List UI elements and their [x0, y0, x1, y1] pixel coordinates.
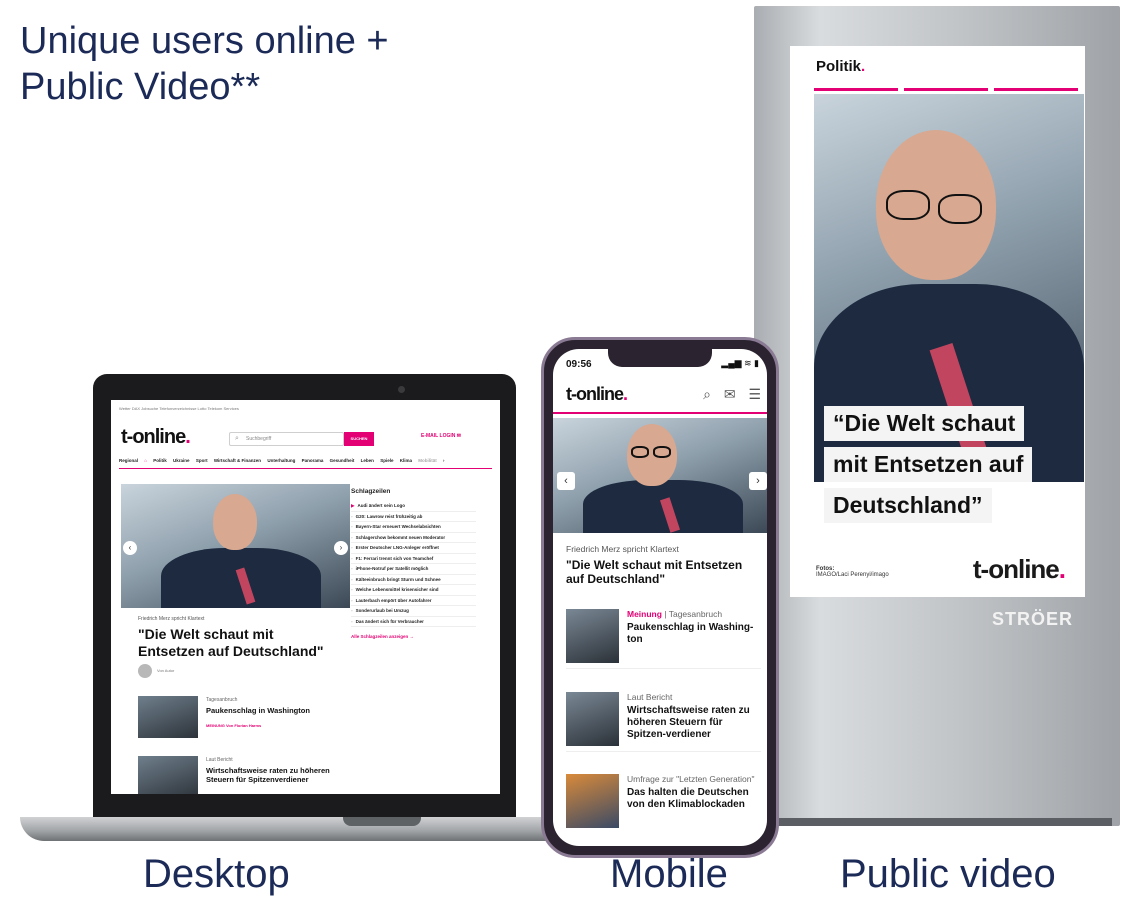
laptop-notch [343, 817, 421, 826]
headline-item[interactable]: ▫ G20: Lawrow reist frühzeitig ab [351, 512, 476, 522]
avatar [138, 664, 152, 678]
mobile-hero-prev-button[interactable]: ‹ [557, 472, 575, 490]
nav-item[interactable]: Klima [400, 458, 412, 463]
all-headlines-link[interactable]: Alle Schlagzeilen anzeigen → [351, 634, 476, 639]
teaser-image [566, 774, 619, 828]
stele-base [762, 818, 1112, 826]
nav-item[interactable]: Leben [361, 458, 374, 463]
stele-quote-line: Deutschland” [824, 488, 992, 523]
headline-item[interactable]: ▫ Welche Lebensmittel krisensicher sind [351, 585, 476, 596]
desktop-hero-prev-button[interactable]: ‹ [123, 541, 137, 555]
caption-public-video: Public video [840, 852, 1056, 896]
nav-item[interactable]: Gesundheit [330, 458, 355, 463]
mobile-header-icons: ⌕ ✉ ☰ [694, 386, 761, 403]
desktop-hero-kicker: Friedrich Merz spricht Klartext [138, 616, 205, 622]
mobile-teaser[interactable]: Laut Bericht Wirtschaftsweise raten zu h… [566, 692, 761, 752]
desktop-teaser[interactable]: Laut Bericht Wirtschaftsweise raten zu h… [138, 756, 338, 794]
headline-item[interactable]: ▫ Lauterbach empört über Autofahrer [351, 596, 476, 606]
nav-item[interactable]: Wirtschaft & Finanzen [214, 458, 261, 463]
sidebar-heading: Schlagzeilen [351, 488, 391, 495]
header-divider [553, 412, 767, 414]
stele-photo-credit: Fotos: IMAGO/Laci Perenyi/imago [816, 566, 889, 578]
laptop-camera [398, 386, 405, 393]
desktop-hero-image[interactable] [121, 484, 350, 608]
mobile-hero-next-button[interactable]: › [749, 472, 767, 490]
headline: Unique users online + Public Video** [20, 18, 389, 110]
stele-screen: Politik. “Die Welt schaut mit Entsetzen … [790, 46, 1085, 597]
desktop-hero-next-button[interactable]: › [334, 541, 348, 555]
nav-item[interactable]: Panorama [302, 458, 324, 463]
desktop-hero-author: Von Autor [138, 664, 174, 678]
search-icon: ⌕ [235, 435, 239, 442]
teaser-image [566, 692, 619, 746]
headline-item[interactable]: ▫ Erster Deutscher LNG-Anleger eröffnet [351, 543, 476, 554]
headline-line-2: Public Video** [20, 66, 261, 108]
menu-icon[interactable]: ☰ [748, 386, 761, 402]
stroer-brand: STRÖER [992, 609, 1074, 629]
teaser-image [566, 609, 619, 663]
nav-item[interactable]: Unterhaltung [267, 458, 295, 463]
phone-notch [608, 347, 712, 367]
stele-kicker: Politik. [816, 58, 866, 75]
home-icon[interactable]: ⌂ [144, 458, 147, 463]
stele-quote-line: “Die Welt schaut [824, 406, 1025, 441]
desktop-search-button[interactable]: SUCHEN [344, 432, 374, 446]
desktop-topbar: Wetter DAX Jobsuche Telefonverzeichnisse… [119, 406, 239, 411]
desktop-logo[interactable]: t-online. [121, 426, 191, 449]
nav-item[interactable]: Mobilität [418, 458, 437, 463]
nav-item[interactable]: Regional [119, 458, 138, 463]
teaser-image [138, 756, 198, 794]
mobile-hero-kicker: Friedrich Merz spricht Klartext [566, 544, 679, 554]
nav-next-icon[interactable]: › [443, 458, 445, 463]
mobile-screen: 09:56 ▂▄▆ ≋ ▮ t-online. ⌕ ✉ ☰ ‹ › Friedr… [553, 349, 767, 846]
laptop-base [20, 817, 597, 841]
nav-item[interactable]: Ukraine [173, 458, 190, 463]
mobile-teaser[interactable]: Umfrage zur "Letzten Generation" Das hal… [566, 774, 761, 834]
search-icon[interactable]: ⌕ [703, 386, 711, 402]
desktop-hero-title[interactable]: "Die Welt schaut mit Entsetzen auf Deuts… [138, 626, 338, 660]
mail-icon[interactable]: ✉ [724, 386, 736, 402]
desktop-headlines-sidebar: Schlagzeilen ▶ Audi ändert sein Logo ▫ G20… [351, 488, 476, 639]
mobile-logo[interactable]: t-online. [566, 384, 628, 405]
headline-item[interactable]: ▫ Bayern-Star erneuert Wechselabsichten [351, 522, 476, 533]
headline-item[interactable]: ▫ F1: Ferrari trennt sich von Teamchef [351, 554, 476, 564]
headline-item[interactable]: ▫ Sonderurlaub bei Umzug [351, 606, 476, 617]
headline-item[interactable]: ▫ Schlagerchow bekommt neuen Moderator [351, 533, 476, 543]
nav-item[interactable]: Sport [196, 458, 208, 463]
teaser-image [138, 696, 198, 738]
stele-quote-line: mit Entsetzen auf [824, 447, 1033, 482]
headline-item[interactable]: ▶ Audi ändert sein Logo [351, 501, 476, 512]
mobile-hero-title[interactable]: "Die Welt schaut mit Entsetzen auf Deuts… [566, 558, 756, 586]
status-icons: ▂▄▆ ≋ ▮ [721, 358, 759, 368]
stele-quote: “Die Welt schaut mit Entsetzen auf Deuts… [824, 406, 1054, 529]
stele-logo: t-online. [972, 554, 1066, 584]
desktop-email-login[interactable]: E-MAIL LOGIN ✉ [421, 433, 461, 439]
headline-line-1: Unique users online + [20, 20, 389, 62]
headline-item[interactable]: ▫ Kälteeinbruch bringt Sturm und Schnee [351, 575, 476, 585]
headline-item[interactable]: ▫ iPhone-Notruf per Satellit möglich [351, 564, 476, 575]
caption-desktop: Desktop [143, 852, 290, 896]
desktop-nav: Regional ⌂ Politik Ukraine Sport Wirtsch… [119, 458, 492, 469]
nav-item[interactable]: Spiele [380, 458, 393, 463]
headline-item[interactable]: ▫ Das ändert sich für Verbraucher [351, 617, 476, 627]
desktop-teaser[interactable]: Tagesanbruch Paukenschlag in Washington … [138, 696, 338, 742]
desktop-search-input[interactable]: ⌕ Suchbegriff [229, 432, 344, 446]
status-time: 09:56 [566, 359, 592, 370]
desktop-screen: Wetter DAX Jobsuche Telefonverzeichnisse… [111, 400, 500, 794]
mobile-teaser[interactable]: Meinung | Tagesanbruch Paukenschlag in W… [566, 609, 761, 669]
caption-mobile: Mobile [610, 852, 728, 896]
mobile-hero-image[interactable] [553, 418, 767, 533]
nav-item[interactable]: Politik [153, 458, 167, 463]
stele-progress-bars [814, 88, 1078, 91]
